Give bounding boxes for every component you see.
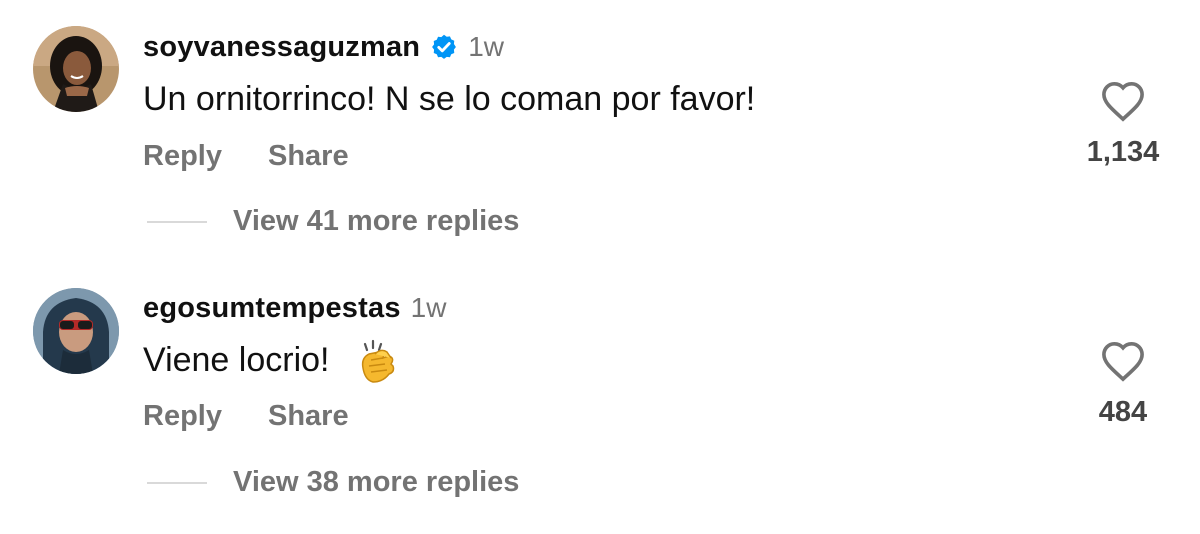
view-replies-label: View 41 more replies (233, 205, 520, 237)
clapping-hands-emoji-icon (361, 339, 395, 383)
like-section: 1,134 (1073, 80, 1173, 169)
reply-button[interactable]: Reply (143, 140, 222, 173)
comment-item: soyvanessaguzman 1w Un ornitorrinco! N s… (0, 0, 1200, 260)
comment-item: egosumtempestas 1w Viene locrio! Reply S… (0, 260, 1200, 534)
avatar-image (33, 288, 119, 374)
replies-divider (147, 481, 207, 484)
username[interactable]: soyvanessaguzman (143, 31, 420, 64)
view-replies-label: View 38 more replies (233, 466, 520, 498)
heart-icon[interactable] (1100, 80, 1146, 122)
replies-divider (147, 220, 207, 223)
comment-actions: Reply Share (143, 140, 349, 173)
comment-header: soyvanessaguzman 1w (143, 27, 504, 67)
comment-text: Viene locrio! (143, 338, 401, 386)
avatar[interactable] (33, 288, 119, 374)
heart-icon[interactable] (1100, 340, 1146, 382)
timestamp: 1w (468, 31, 505, 62)
comment-text-body: Viene locrio! (143, 340, 330, 379)
share-button[interactable]: Share (268, 140, 349, 173)
like-count: 1,134 (1086, 136, 1160, 168)
timestamp: 1w (410, 292, 447, 323)
like-count: 484 (1098, 396, 1148, 428)
comment-header: egosumtempestas 1w (143, 288, 446, 328)
reply-button[interactable]: Reply (143, 400, 222, 433)
avatar[interactable] (33, 26, 119, 112)
avatar-image (33, 26, 119, 112)
share-button[interactable]: Share (268, 400, 349, 433)
comment-text: Un ornitorrinco! N se lo coman por favor… (143, 80, 756, 118)
like-section: 484 (1073, 340, 1173, 429)
comment-actions: Reply Share (143, 400, 349, 433)
view-replies-button[interactable]: View 41 more replies (147, 205, 519, 238)
view-replies-button[interactable]: View 38 more replies (147, 466, 519, 499)
verified-badge-icon (432, 34, 457, 59)
username[interactable]: egosumtempestas (143, 292, 401, 325)
